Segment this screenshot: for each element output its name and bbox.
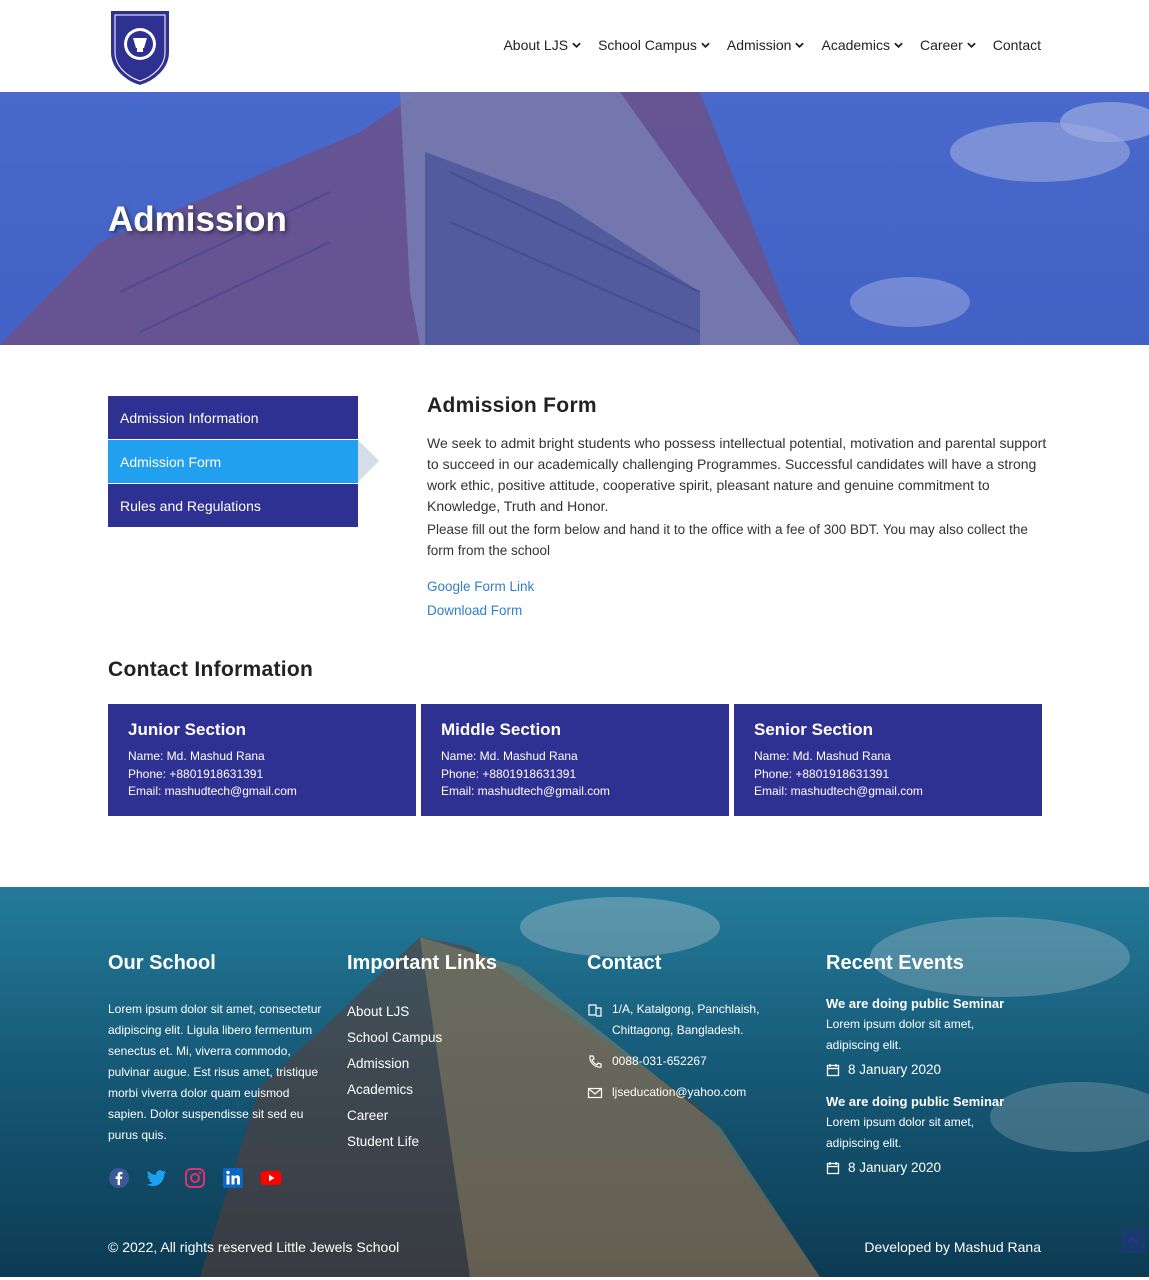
developer-credit: Developed by Mashud Rana [864, 1239, 1041, 1255]
address-text: 1/A, Katalgong, Panchlaish, Chittagong, … [612, 1002, 760, 1037]
nav-label: Academics [821, 37, 890, 53]
footer-address: 1/A, Katalgong, Panchlaish, Chittagong, … [587, 999, 782, 1041]
chevron-down-icon [894, 42, 903, 48]
chevron-down-icon [701, 42, 710, 48]
event-date-text: 8 January 2020 [848, 1062, 942, 1077]
footer-link-about-ljs[interactable]: About LJS [347, 999, 497, 1025]
phone-icon [589, 1055, 602, 1068]
nav-label: School Campus [598, 37, 697, 53]
nav-admission[interactable]: Admission [727, 37, 805, 53]
footer-phone[interactable]: 0088-031-652267 [587, 1051, 782, 1072]
card-phone: Phone: +8801918631391 [128, 766, 264, 781]
event-title: We are doing public Seminar [826, 996, 1005, 1011]
footer-link-career[interactable]: Career [347, 1103, 497, 1129]
event-text: Lorem ipsum dolor sit amet, adipiscing e… [826, 1017, 975, 1052]
side-menu-admission-form[interactable]: Admission Form [108, 440, 379, 483]
footer-our-school: Our School Lorem ipsum dolor sit amet, c… [108, 952, 328, 1146]
card-email: Email: mashudtech@gmail.com [441, 784, 610, 798]
site-header: About LJS School Campus Admission Academ… [0, 0, 1149, 92]
instruction-paragraph: Please fill out the form below and hand … [427, 522, 1028, 558]
contact-card-senior: Senior Section Name: Md. Mashud Rana Pho… [734, 704, 1042, 816]
footer-important-links: Important Links About LJS School Campus … [347, 952, 497, 1155]
chevron-down-icon [967, 42, 976, 48]
card-email: Email: mashudtech@gmail.com [128, 784, 297, 798]
form-links: Google Form Link Download Form [427, 575, 1047, 623]
phone-text: 0088-031-652267 [612, 1054, 707, 1068]
youtube-icon[interactable] [260, 1167, 282, 1189]
footer-about-text: Lorem ipsum dolor sit amet, consectetur … [108, 1002, 322, 1142]
nav-academics[interactable]: Academics [821, 37, 903, 53]
email-icon [587, 1087, 603, 1099]
side-menu-admission-information[interactable]: Admission Information [108, 396, 358, 439]
event-title: We are doing public Seminar [826, 1094, 1005, 1109]
scroll-to-top-button[interactable] [1121, 1229, 1145, 1253]
contact-card-middle: Middle Section Name: Md. Mashud Rana Pho… [421, 704, 729, 816]
hero-banner: Admission [0, 92, 1149, 345]
download-form-link[interactable]: Download Form [427, 599, 1047, 623]
nav-label: Career [919, 37, 963, 53]
side-menu-rules-and-regulations[interactable]: Rules and Regulations [108, 484, 358, 527]
school-logo[interactable] [106, 6, 174, 88]
social-links [108, 1167, 282, 1189]
main-content: Admission Form We seek to admit bright s… [427, 394, 1047, 623]
page-title: Admission [108, 200, 287, 239]
event-date: 8 January 2020 [826, 1160, 1026, 1175]
contact-cards: Junior Section Name: Md. Mashud Rana Pho… [108, 704, 1042, 816]
nav-about-ljs[interactable]: About LJS [503, 37, 581, 53]
instagram-icon[interactable] [184, 1167, 206, 1189]
contact-card-junior: Junior Section Name: Md. Mashud Rana Pho… [108, 704, 416, 816]
footer-link-academics[interactable]: Academics [347, 1077, 497, 1103]
footer-title: Contact [587, 952, 662, 974]
intro-paragraph: We seek to admit bright students who pos… [427, 435, 1047, 514]
section-title: Admission Form [427, 394, 597, 417]
footer-contact: Contact 1/A, Katalgong, Panchlaish, Chit… [587, 952, 782, 1113]
twitter-icon[interactable] [146, 1167, 168, 1189]
footer-recent-events: Recent Events We are doing public Semina… [826, 952, 1026, 1189]
footer-link-student-life[interactable]: Student Life [347, 1129, 497, 1155]
card-title: Middle Section [441, 720, 561, 739]
nav-label: About LJS [503, 37, 569, 53]
footer-link-school-campus[interactable]: School Campus [347, 1025, 497, 1051]
footer-title: Recent Events [826, 952, 964, 974]
card-title: Junior Section [128, 720, 247, 739]
calendar-icon [826, 1063, 840, 1076]
linkedin-icon[interactable] [222, 1167, 244, 1189]
footer-link-admission[interactable]: Admission [347, 1051, 497, 1077]
card-phone: Phone: +8801918631391 [441, 766, 577, 781]
google-form-link[interactable]: Google Form Link [427, 575, 1047, 599]
card-phone: Phone: +8801918631391 [754, 766, 890, 781]
footer-email[interactable]: ljseducation@yahoo.com [587, 1082, 782, 1103]
nav-career[interactable]: Career [920, 37, 976, 53]
card-email: Email: mashudtech@gmail.com [754, 784, 923, 798]
event-text: Lorem ipsum dolor sit amet, adipiscing e… [826, 1115, 975, 1150]
chevron-down-icon [795, 42, 805, 48]
email-text: ljseducation@yahoo.com [612, 1085, 747, 1099]
chevron-down-icon [572, 42, 581, 48]
main-nav: About LJS School Campus Admission Academ… [486, 37, 1041, 53]
nav-school-campus[interactable]: School Campus [598, 37, 710, 53]
card-name: Name: Md. Mashud Rana [128, 749, 265, 763]
footer-title: Our School [108, 952, 216, 974]
site-footer: Our School Lorem ipsum dolor sit amet, c… [0, 887, 1149, 1277]
nav-label: Admission [726, 37, 792, 53]
event-date-text: 8 January 2020 [848, 1160, 942, 1175]
nav-contact[interactable]: Contact [993, 37, 1041, 53]
card-title: Senior Section [754, 720, 874, 739]
nav-label: Contact [992, 37, 1041, 53]
copyright-text: © 2022, All rights reserved Little Jewel… [108, 1239, 400, 1255]
event-date: 8 January 2020 [826, 1062, 1026, 1077]
card-name: Name: Md. Mashud Rana [441, 749, 578, 763]
map-location-icon [588, 1004, 602, 1017]
contact-information-title: Contact Information [108, 658, 314, 681]
facebook-icon[interactable] [108, 1167, 130, 1189]
event-item[interactable]: We are doing public Seminar Lorem ipsum … [826, 1091, 1026, 1175]
event-item[interactable]: We are doing public Seminar Lorem ipsum … [826, 993, 1026, 1077]
admission-side-menu: Admission Information Admission Form Rul… [108, 396, 379, 528]
chevron-up-icon [1127, 1236, 1139, 1244]
calendar-icon [826, 1161, 840, 1174]
footer-title: Important Links [347, 952, 498, 974]
card-name: Name: Md. Mashud Rana [754, 749, 891, 763]
